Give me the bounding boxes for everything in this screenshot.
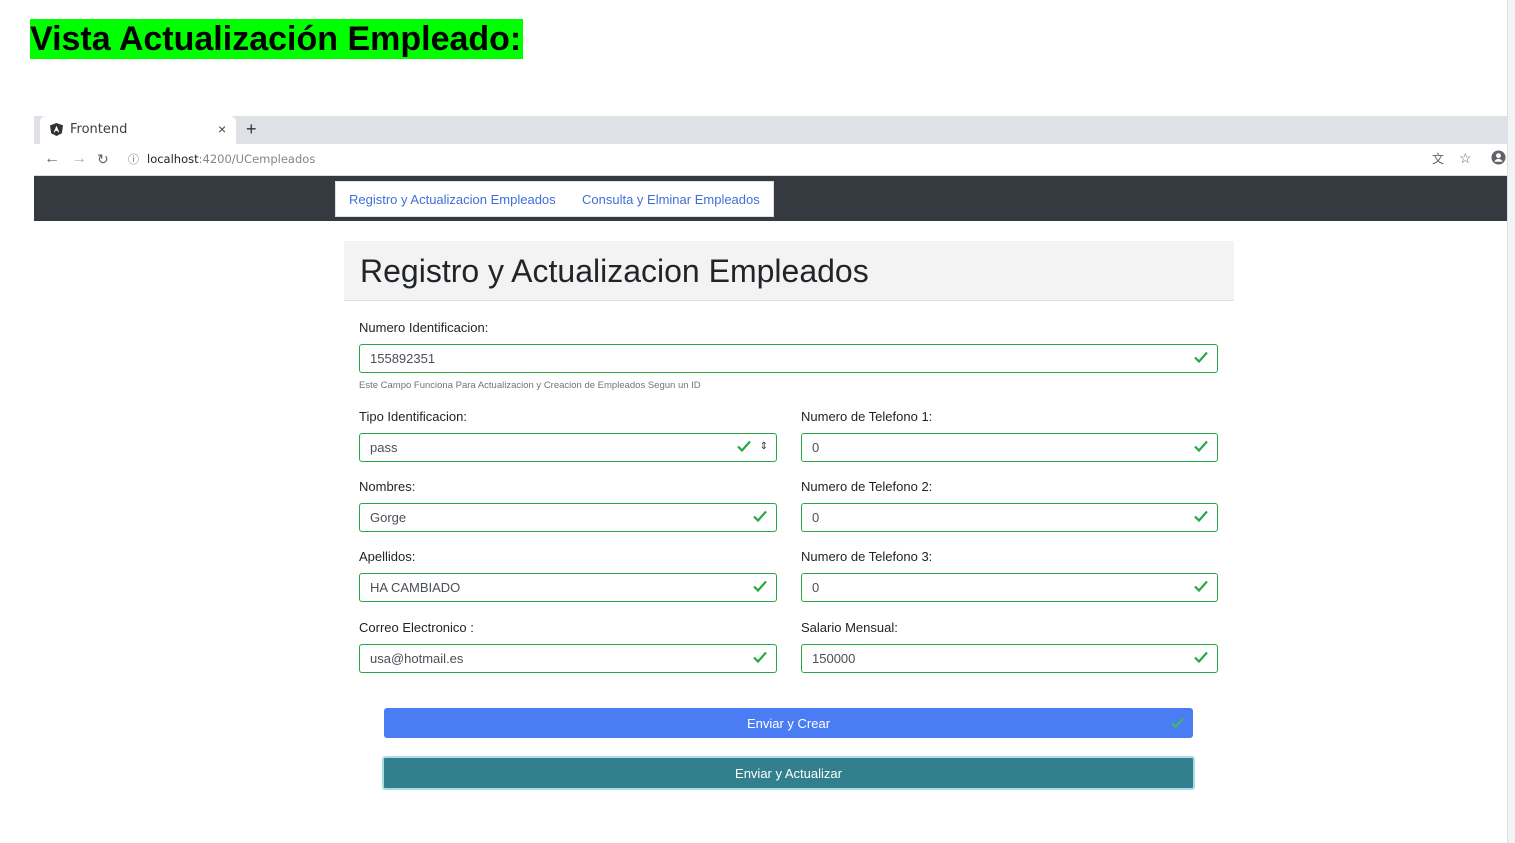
valid-check-icon — [1194, 510, 1208, 523]
tab-title: Frontend — [70, 122, 128, 137]
enviar-crear-button[interactable]: Enviar y Crear — [384, 708, 1193, 738]
nombres-label: Nombres: — [359, 479, 416, 494]
apellidos-label: Apellidos: — [359, 549, 416, 564]
new-tab-icon[interactable]: + — [246, 119, 257, 140]
page-scrollbar[interactable] — [1507, 0, 1515, 843]
star-icon[interactable]: ☆ — [1459, 150, 1472, 167]
url-host: localhost — [147, 152, 199, 166]
info-icon[interactable]: ⓘ — [128, 151, 139, 167]
profile-icon[interactable] — [1491, 150, 1506, 168]
nav-link-registro[interactable]: Registro y Actualizacion Empleados — [349, 192, 556, 207]
nav-link-consulta[interactable]: Consulta y Elminar Empleados — [582, 192, 760, 207]
valid-check-icon — [753, 651, 767, 664]
browser-toolbar: ← → ↻ ⓘ localhost:4200/UCempleados 文 ☆ — [34, 144, 1507, 176]
numero-identificacion-help: Este Campo Funciona Para Actualizacion y… — [359, 380, 701, 391]
enviar-actualizar-label: Enviar y Actualizar — [735, 765, 842, 781]
translate-icon[interactable]: 文 — [1432, 150, 1444, 167]
tipo-identificacion-select[interactable]: pass ⇕ — [359, 433, 777, 462]
browser-tab[interactable]: Frontend × — [40, 116, 236, 144]
telefono1-label: Numero de Telefono 1: — [801, 409, 933, 424]
nombres-input[interactable]: Gorge — [359, 503, 777, 532]
select-arrows-icon: ⇕ — [759, 441, 768, 452]
telefono2-value: 0 — [812, 510, 820, 525]
valid-check-icon — [737, 440, 751, 453]
reload-icon[interactable]: ↻ — [97, 150, 109, 168]
valid-check-icon — [1194, 651, 1208, 664]
tab-strip: Frontend × + — [34, 116, 1507, 144]
numero-identificacion-value: 155892351 — [370, 351, 436, 366]
document-title: Vista Actualización Empleado: — [30, 19, 524, 59]
valid-check-icon — [1194, 351, 1208, 364]
url-path: :4200/UCempleados — [198, 152, 316, 166]
valid-check-icon — [1194, 440, 1208, 453]
valid-check-icon — [1171, 717, 1184, 729]
browser-window: Frontend × + ← → ↻ ⓘ localhost:4200/UCem… — [34, 116, 1507, 843]
angular-favicon-icon — [50, 123, 63, 136]
numero-identificacion-label: Numero Identificacion: — [359, 320, 489, 335]
enviar-crear-label: Enviar y Crear — [746, 715, 831, 731]
correo-value: usa@hotmail.es — [370, 651, 464, 666]
address-bar[interactable]: ⓘ localhost:4200/UCempleados — [128, 149, 315, 169]
nav-menu: Registro y Actualizacion Empleados Consu… — [335, 181, 774, 217]
back-arrow-icon[interactable]: ← — [44, 150, 60, 168]
telefono1-value: 0 — [812, 440, 820, 455]
apellidos-input[interactable]: HA CAMBIADO — [359, 573, 777, 602]
app-navbar: Registro y Actualizacion Empleados Consu… — [34, 176, 1507, 221]
telefono2-label: Numero de Telefono 2: — [801, 479, 933, 494]
page-title: Registro y Actualizacion Empleados — [360, 253, 869, 289]
telefono2-input[interactable]: 0 — [801, 503, 1218, 532]
telefono3-input[interactable]: 0 — [801, 573, 1218, 602]
page-header: Registro y Actualizacion Empleados — [344, 241, 1234, 301]
valid-check-icon — [753, 510, 767, 523]
salario-label: Salario Mensual: — [801, 620, 898, 635]
numero-identificacion-input[interactable]: 155892351 — [359, 344, 1218, 373]
tipo-identificacion-label: Tipo Identificacion: — [359, 409, 467, 424]
enviar-actualizar-button[interactable]: Enviar y Actualizar — [382, 756, 1195, 790]
nombres-value: Gorge — [370, 510, 407, 525]
correo-input[interactable]: usa@hotmail.es — [359, 644, 777, 673]
salario-input[interactable]: 150000 — [801, 644, 1218, 673]
close-tab-icon[interactable]: × — [218, 121, 226, 137]
telefono1-input[interactable]: 0 — [801, 433, 1218, 462]
telefono3-label: Numero de Telefono 3: — [801, 549, 933, 564]
forward-arrow-icon[interactable]: → — [71, 150, 87, 168]
valid-check-icon — [753, 580, 767, 593]
salario-value: 150000 — [812, 651, 856, 666]
telefono3-value: 0 — [812, 580, 820, 595]
apellidos-value: HA CAMBIADO — [370, 580, 461, 595]
valid-check-icon — [1194, 580, 1208, 593]
tipo-identificacion-value: pass — [370, 440, 398, 455]
correo-label: Correo Electronico : — [359, 620, 474, 635]
